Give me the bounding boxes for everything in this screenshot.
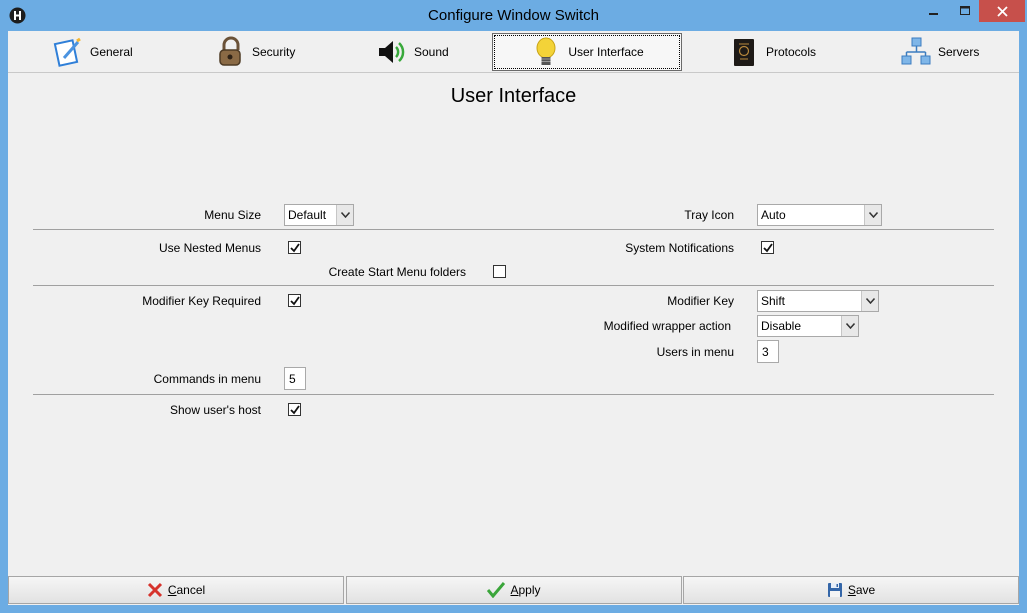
chevron-down-icon xyxy=(864,205,881,225)
system-notifications-label: System Notifications xyxy=(625,241,734,255)
cancel-button[interactable]: Cancel xyxy=(8,576,344,604)
red-x-icon xyxy=(147,582,162,598)
minimize-button[interactable] xyxy=(917,0,951,22)
system-notifications-checkbox[interactable] xyxy=(761,241,774,254)
section-title: User Interface xyxy=(450,85,577,107)
apply-button-label: Apply xyxy=(510,583,541,597)
modified-wrapper-value: Disable xyxy=(761,319,802,333)
separator xyxy=(33,394,994,395)
commands-in-menu-label: Commands in menu xyxy=(153,372,261,386)
apply-button[interactable]: Apply xyxy=(346,576,682,604)
button-bar: Cancel Apply Save xyxy=(8,576,1019,605)
modified-wrapper-label: Modified wrapper action xyxy=(603,319,731,333)
tab-user-interface-label: User Interface xyxy=(568,45,644,59)
save-button[interactable]: Save xyxy=(683,576,1019,604)
passport-icon xyxy=(734,39,754,66)
chevron-down-icon xyxy=(841,316,858,336)
modifier-key-value: Shift xyxy=(761,294,786,308)
green-check-icon xyxy=(487,582,506,598)
minimize-icon xyxy=(929,13,938,15)
modified-wrapper-select[interactable]: Disable xyxy=(757,315,859,337)
modifier-key-label: Modifier Key xyxy=(667,294,734,308)
tab-sound[interactable]: Sound xyxy=(376,33,476,71)
tab-protocols[interactable]: Protocols xyxy=(728,33,828,71)
general-icon xyxy=(53,37,81,67)
chevron-down-icon xyxy=(861,291,878,311)
speaker-icon xyxy=(379,41,405,63)
tray-icon-value: Auto xyxy=(761,208,786,222)
users-in-menu-input[interactable]: 3 xyxy=(757,340,779,363)
checkmark-icon xyxy=(289,242,300,252)
tab-servers[interactable]: Servers xyxy=(900,33,1000,71)
maximize-button[interactable] xyxy=(951,0,978,22)
use-nested-menus-label: Use Nested Menus xyxy=(158,241,261,255)
tab-security-label: Security xyxy=(252,45,296,59)
cancel-button-label: Cancel xyxy=(167,583,206,597)
chevron-down-icon xyxy=(336,205,353,225)
modifier-key-select[interactable]: Shift xyxy=(757,290,879,312)
tab-protocols-label: Protocols xyxy=(766,45,817,59)
separator xyxy=(33,285,994,286)
show-users-host-checkbox[interactable] xyxy=(288,403,301,416)
modifier-key-required-checkbox[interactable] xyxy=(288,294,301,307)
servers-icon xyxy=(901,37,931,65)
save-button-label: Save xyxy=(847,583,876,597)
tab-general-label: General xyxy=(90,45,133,59)
maximize-icon xyxy=(959,6,970,15)
tab-sound-label: Sound xyxy=(414,45,449,59)
checkmark-icon xyxy=(289,295,300,305)
create-start-menu-label: Create Start Menu folders xyxy=(328,265,466,279)
window: Configure Window Switch General Security… xyxy=(0,0,1027,613)
settings-panel: User Interface Menu Size Default Tray Ic… xyxy=(8,74,1019,576)
close-icon xyxy=(996,5,1008,17)
show-users-host-label: Show user's host xyxy=(169,403,261,417)
menu-size-select[interactable]: Default xyxy=(284,204,354,226)
menu-size-value: Default xyxy=(288,208,327,222)
use-nested-menus-checkbox[interactable] xyxy=(288,241,301,254)
close-button[interactable] xyxy=(979,0,1025,22)
client-area: General Security Sound User Interface Pr… xyxy=(8,31,1019,605)
tray-icon-label: Tray Icon xyxy=(684,208,734,222)
padlock-icon xyxy=(219,36,241,66)
window-title: Configure Window Switch xyxy=(428,7,599,24)
users-in-menu-label: Users in menu xyxy=(656,345,734,359)
menu-size-label: Menu Size xyxy=(204,208,261,222)
modifier-key-required-label: Modifier Key Required xyxy=(142,294,261,308)
checkmark-icon xyxy=(762,242,773,252)
separator xyxy=(33,229,994,230)
floppy-disk-icon xyxy=(827,583,842,597)
tab-general[interactable]: General xyxy=(52,33,152,71)
title-bar[interactable]: Configure Window Switch xyxy=(0,0,1027,31)
tab-user-interface[interactable]: User Interface xyxy=(492,33,682,71)
checkmark-icon xyxy=(289,404,300,414)
tray-icon-select[interactable]: Auto xyxy=(757,204,882,226)
create-start-menu-checkbox[interactable] xyxy=(493,265,506,278)
tab-bar: General Security Sound User Interface Pr… xyxy=(8,31,1019,73)
commands-in-menu-input[interactable]: 5 xyxy=(284,367,306,390)
lightbulb-icon xyxy=(536,37,556,65)
tab-security[interactable]: Security xyxy=(214,33,314,71)
tab-servers-label: Servers xyxy=(938,45,980,59)
